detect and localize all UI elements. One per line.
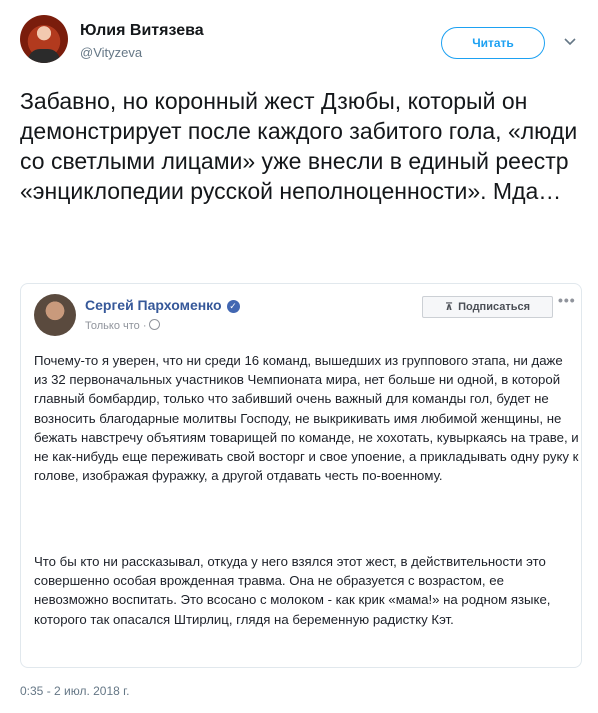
post-time-row: Только что · <box>85 319 161 332</box>
follow-button[interactable]: Читать <box>441 27 545 59</box>
more-options-icon[interactable]: ••• <box>558 292 576 308</box>
post-paragraph-2: Что бы кто ни рассказывал, откуда у него… <box>34 554 551 627</box>
author-avatar[interactable] <box>20 15 68 63</box>
embedded-facebook-post[interactable]: Сергей Пархоменко ✓ Только что · ⊼ Подпис… <box>20 283 582 668</box>
post-author-name[interactable]: Сергей Пархоменко <box>85 297 222 313</box>
post-author-name-row: Сергей Пархоменко ✓ <box>85 297 240 313</box>
post-author-avatar[interactable] <box>34 294 76 336</box>
rss-icon: ⊼ <box>444 301 454 313</box>
tweet-text: Забавно, но коронный жест Дзюбы, который… <box>20 88 578 204</box>
avatar-shirt-shape <box>28 49 60 63</box>
globe-icon <box>149 319 161 330</box>
subscribe-button[interactable]: ⊼ Подписаться <box>422 296 553 318</box>
chevron-down-icon[interactable] <box>562 33 578 49</box>
author-name[interactable]: Юлия Витязева <box>80 22 204 40</box>
post-time[interactable]: Только что · <box>85 320 146 332</box>
verified-check-icon: ✓ <box>226 300 240 313</box>
author-handle[interactable]: @Vityzeva <box>80 45 142 60</box>
post-paragraph-1: Почему-то я уверен, что ни среди 16 кома… <box>34 353 579 484</box>
subscribe-label: Подписаться <box>458 301 531 313</box>
tweet-timestamp[interactable]: 0:35 - 2 июл. 2018 г. <box>20 684 129 698</box>
